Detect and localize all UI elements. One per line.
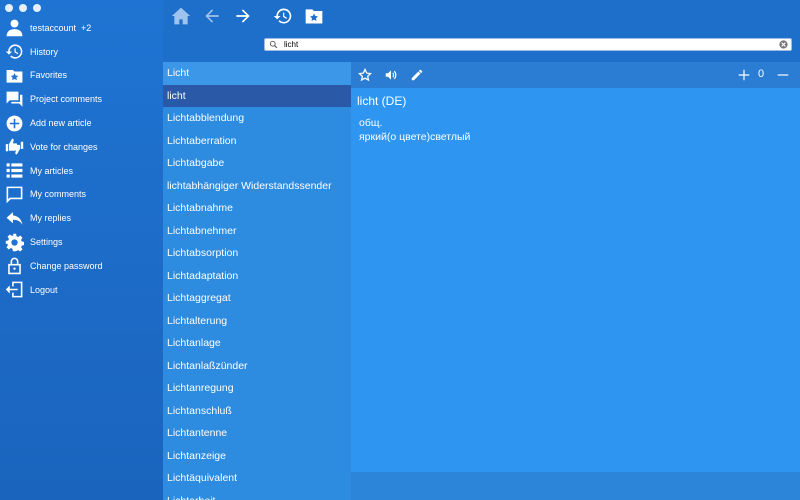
sidebar: testaccount +2 History Favorites Project… bbox=[0, 0, 163, 500]
sidebar-item-my-comments[interactable]: My comments bbox=[0, 183, 163, 207]
word-list-item[interactable]: Lichtanzeige bbox=[163, 445, 351, 468]
pronounce-button[interactable] bbox=[383, 67, 399, 83]
home-icon bbox=[171, 7, 191, 25]
word-list-item[interactable]: Lichtarbeit bbox=[163, 490, 351, 500]
logout-icon bbox=[4, 280, 24, 300]
history-button[interactable] bbox=[272, 5, 294, 27]
sidebar-item-favorites[interactable]: Favorites bbox=[0, 64, 163, 88]
sidebar-item-logout[interactable]: Logout bbox=[0, 278, 163, 302]
add-circle-icon bbox=[4, 113, 24, 133]
star-icon bbox=[358, 68, 372, 82]
word-list-item[interactable]: Lichtaberration bbox=[163, 130, 351, 153]
history-icon bbox=[273, 8, 292, 24]
sidebar-item-label: My articles bbox=[30, 165, 74, 176]
article-line: яркий(о цвете)светлый bbox=[359, 131, 471, 143]
sidebar-item-label: History bbox=[30, 46, 59, 57]
article-toolbar: 0 bbox=[351, 62, 800, 88]
sidebar-item-label: My comments bbox=[30, 189, 87, 200]
word-list: Licht licht Lichtabblendung Lichtaberration… bbox=[163, 62, 351, 500]
vote-down-button[interactable] bbox=[775, 67, 791, 83]
sidebar-menu: testaccount +2 History Favorites Project… bbox=[0, 16, 163, 302]
article-title: licht (DE) bbox=[357, 94, 407, 108]
word-list-item[interactable]: Lichtabblendung bbox=[163, 107, 351, 130]
word-list-item[interactable]: Lichtaggregat bbox=[163, 287, 351, 310]
vote-counter: 0 bbox=[758, 68, 765, 80]
back-button[interactable] bbox=[201, 5, 223, 27]
word-list-item-selected[interactable]: licht bbox=[163, 84, 351, 107]
sidebar-item-label: Change password bbox=[30, 260, 103, 271]
close-window-button[interactable] bbox=[5, 4, 13, 12]
gear-icon bbox=[4, 232, 24, 252]
article-body: licht (DE) общ. яркий(о цвете)светлый bbox=[357, 94, 470, 144]
sidebar-item-label: Add new article bbox=[30, 118, 92, 129]
comment-icon bbox=[4, 184, 24, 204]
favorites-icon bbox=[305, 9, 323, 24]
speaker-icon bbox=[385, 70, 397, 80]
word-list-item[interactable]: Lichtanschluß bbox=[163, 400, 351, 423]
word-list-item[interactable]: Lichtanregung bbox=[163, 377, 351, 400]
word-list-item[interactable]: Lichtäquivalent bbox=[163, 467, 351, 490]
window-controls bbox=[5, 4, 41, 12]
forward-button[interactable] bbox=[232, 5, 254, 27]
favorites-button[interactable] bbox=[303, 5, 325, 27]
home-button[interactable] bbox=[170, 5, 192, 27]
search-icon bbox=[269, 39, 281, 51]
thumbs-icon bbox=[4, 137, 24, 157]
sidebar-item-label: Project comments bbox=[30, 94, 103, 105]
sidebar-item-my-replies[interactable]: My replies bbox=[0, 206, 163, 230]
edit-article-button[interactable] bbox=[409, 67, 425, 83]
sidebar-item-label: Logout bbox=[30, 284, 58, 295]
sidebar-item-settings[interactable]: Settings bbox=[0, 230, 163, 254]
minimize-window-button[interactable] bbox=[19, 4, 27, 12]
sidebar-item-label: Favorites bbox=[30, 70, 68, 81]
word-list-item[interactable]: Lichtantenne bbox=[163, 422, 351, 445]
list-icon bbox=[4, 161, 24, 181]
word-list-item[interactable]: Lichtabgabe bbox=[163, 152, 351, 175]
sidebar-item-change-password[interactable]: Change password bbox=[0, 254, 163, 278]
comments-icon bbox=[4, 89, 24, 109]
sidebar-item-project-comments[interactable]: Project comments bbox=[0, 87, 163, 111]
arrow-right-icon bbox=[236, 9, 250, 23]
word-list-item[interactable]: Lichtalterung bbox=[163, 310, 351, 333]
pencil-icon bbox=[411, 69, 423, 81]
sidebar-item-my-articles[interactable]: My articles bbox=[0, 159, 163, 183]
favorite-star-button[interactable] bbox=[357, 67, 373, 83]
article-footer bbox=[351, 472, 800, 500]
sidebar-item-label: Settings bbox=[30, 237, 63, 248]
plus-icon bbox=[738, 69, 750, 81]
article-line: общ. bbox=[359, 117, 383, 129]
arrow-left-icon bbox=[205, 9, 219, 23]
word-list-item[interactable]: Lichtanlaßzünder bbox=[163, 355, 351, 378]
top-toolbar bbox=[163, 0, 800, 62]
word-list-item[interactable]: Lichtabsorption bbox=[163, 242, 351, 265]
zoom-window-button[interactable] bbox=[33, 4, 41, 12]
search-input[interactable] bbox=[281, 39, 779, 50]
history-icon bbox=[4, 42, 24, 62]
word-list-item[interactable]: Lichtadaptation bbox=[163, 265, 351, 288]
article-pane: 0 licht (DE) общ. яркий(о цвете)светлый bbox=[351, 62, 800, 500]
word-list-item[interactable]: Lichtabnehmer bbox=[163, 220, 351, 243]
favorites-icon bbox=[4, 65, 24, 85]
sidebar-item-history[interactable]: History bbox=[0, 40, 163, 64]
user-icon bbox=[4, 18, 24, 38]
minus-icon bbox=[777, 74, 789, 76]
sidebar-item-account[interactable]: testaccount +2 bbox=[0, 16, 163, 40]
word-list-item[interactable]: Lichtabnahme bbox=[163, 197, 351, 220]
lock-icon bbox=[4, 256, 24, 276]
word-list-item[interactable]: lichtabhängiger Widerstandssender bbox=[163, 175, 351, 198]
vote-up-button[interactable] bbox=[736, 67, 752, 83]
sidebar-item-label: My replies bbox=[30, 213, 72, 224]
reply-icon bbox=[4, 208, 24, 228]
word-list-item[interactable]: Lichtanlage bbox=[163, 332, 351, 355]
account-count-badge: +2 bbox=[81, 22, 92, 33]
sidebar-item-label: Vote for changes bbox=[30, 141, 98, 152]
word-list-item[interactable]: Licht bbox=[163, 62, 351, 85]
clear-search-icon[interactable] bbox=[779, 40, 788, 49]
sidebar-item-add-article[interactable]: Add new article bbox=[0, 111, 163, 135]
sidebar-item-vote[interactable]: Vote for changes bbox=[0, 135, 163, 159]
sidebar-item-label: testaccount bbox=[30, 22, 77, 33]
search-bar bbox=[264, 38, 792, 51]
